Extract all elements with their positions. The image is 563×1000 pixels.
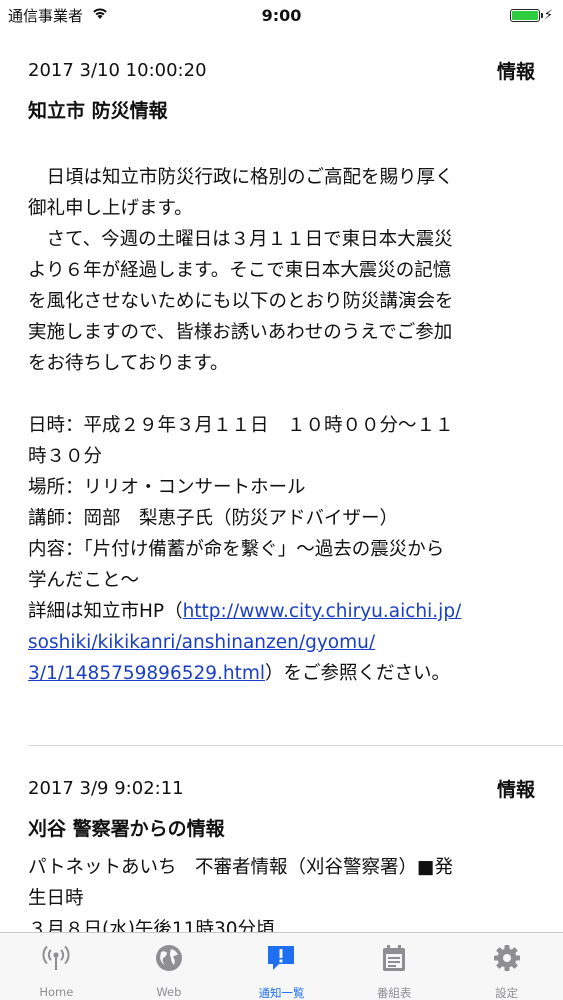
body-line: 御礼申し上げます。 <box>28 198 193 219</box>
notice-header: 2017 3/10 10:00:20 情報 <box>28 58 535 83</box>
status-right: ⚡ <box>509 7 563 23</box>
tab-label: 番組表 <box>376 986 412 1000</box>
notice-body: 日頃は知立市防災行政に格別のご高配を賜り厚く 御礼申し上げます。 さて、今週の土… <box>28 162 535 689</box>
wifi-icon <box>91 6 109 24</box>
tab-label: Web <box>156 985 182 999</box>
body-line: 場所：リリオ・コンサートホール <box>28 477 306 498</box>
notice-title: 刈谷 警察署からの情報 <box>28 818 225 840</box>
notice-divider <box>28 745 563 746</box>
tab-label: 設定 <box>495 986 519 1000</box>
body-line: パトネットあいち 不審者情報（刈谷警察署）■発 <box>28 857 454 878</box>
body-line: ３月８日(水)午後11時30分頃 <box>28 919 275 933</box>
notification-list-icon <box>266 943 296 977</box>
body-line: 講師：岡部 梨恵子氏（防災アドバイザー） <box>28 508 399 529</box>
notice-item[interactable]: 2017 3/9 9:02:11 情報 刈谷 警察署からの情報 パトネットあいち… <box>0 776 563 934</box>
tab-schedule[interactable]: 番組表 <box>338 933 451 1000</box>
tab-label: Home <box>39 985 74 999</box>
details-line: soshiki/kikikanri/anshinanzen/gyomu/ <box>28 627 535 658</box>
notice-header: 2017 3/9 9:02:11 情報 <box>28 776 535 801</box>
body-line: 内容：「片付け備蓄が命を繋ぐ」～過去の震災から <box>28 539 445 560</box>
schedule-icon <box>379 943 409 977</box>
details-suffix: ）をご参照ください。 <box>265 663 451 684</box>
app-screen: 通信事業者 9:00 ⚡ 2017 3/10 10:00:20 情報 知立市 防… <box>0 0 563 1000</box>
details-line: 3/1/1485759896529.html）をご参照ください。 <box>28 658 535 689</box>
tab-bar: Home Web 通知一覧 番組表 設定 <box>0 932 563 1000</box>
notice-type: 情報 <box>496 778 535 801</box>
body-line: 時３０分 <box>28 446 103 467</box>
status-left: 通信事業者 <box>0 5 109 26</box>
detail-link[interactable]: 3/1/1485759896529.html <box>28 663 265 684</box>
tab-web[interactable]: Web <box>113 933 226 1000</box>
notice-type: 情報 <box>496 60 535 83</box>
tab-label: 通知一覧 <box>258 986 305 1000</box>
body-line: さて、今週の土曜日は３月１１日で東日本大震災 <box>28 229 453 250</box>
body-line: 日頃は知立市防災行政に格別のご高配を賜り厚く <box>28 167 454 188</box>
notice-datetime: 2017 3/9 9:02:11 <box>28 777 184 799</box>
notice-body: パトネットあいち 不審者情報（刈谷警察署）■発 生日時 ３月８日(水)午後11時… <box>28 852 535 933</box>
body-line: 日時：平成２９年３月１１日 １０時００分～１１ <box>28 415 454 436</box>
battery-icon <box>509 8 543 22</box>
carrier-label: 通信事業者 <box>8 6 84 25</box>
antenna-icon <box>41 943 71 977</box>
body-line: を風化させないためにも以下のとおり防災講演会を <box>28 291 454 312</box>
tab-notification-list[interactable]: 通知一覧 <box>225 933 338 1000</box>
detail-link[interactable]: soshiki/kikikanri/anshinanzen/gyomu/ <box>28 632 375 653</box>
tab-settings[interactable]: 設定 <box>450 933 563 1000</box>
battery-level <box>511 10 538 20</box>
tab-home[interactable]: Home <box>0 933 113 1000</box>
details-prefix: 詳細は知立市HP（ <box>28 601 183 622</box>
body-line: をお待ちしております。 <box>28 353 229 374</box>
notice-list[interactable]: 2017 3/10 10:00:20 情報 知立市 防災情報 日頃は知立市防災行… <box>0 30 563 933</box>
notice-datetime: 2017 3/10 10:00:20 <box>28 59 207 81</box>
body-line: より６年が経過します。そこで東日本大震災の記憶 <box>28 260 452 281</box>
gear-icon <box>492 943 522 977</box>
body-line: 生日時 <box>28 888 84 909</box>
charging-icon: ⚡ <box>543 7 553 23</box>
notice-item[interactable]: 2017 3/10 10:00:20 情報 知立市 防災情報 日頃は知立市防災行… <box>0 58 563 689</box>
globe-icon <box>154 943 184 977</box>
body-line: 学んだこと～ <box>28 570 140 591</box>
details-line: 詳細は知立市HP（http://www.city.chiryu.aichi.jp… <box>28 596 535 627</box>
notice-title: 知立市 防災情報 <box>28 100 168 122</box>
status-bar: 通信事業者 9:00 ⚡ <box>0 0 563 30</box>
body-line: 実施しますので、皆様お誘いあわせのうえでご参加 <box>28 322 453 343</box>
detail-link[interactable]: http://www.city.chiryu.aichi.jp/ <box>183 601 462 622</box>
